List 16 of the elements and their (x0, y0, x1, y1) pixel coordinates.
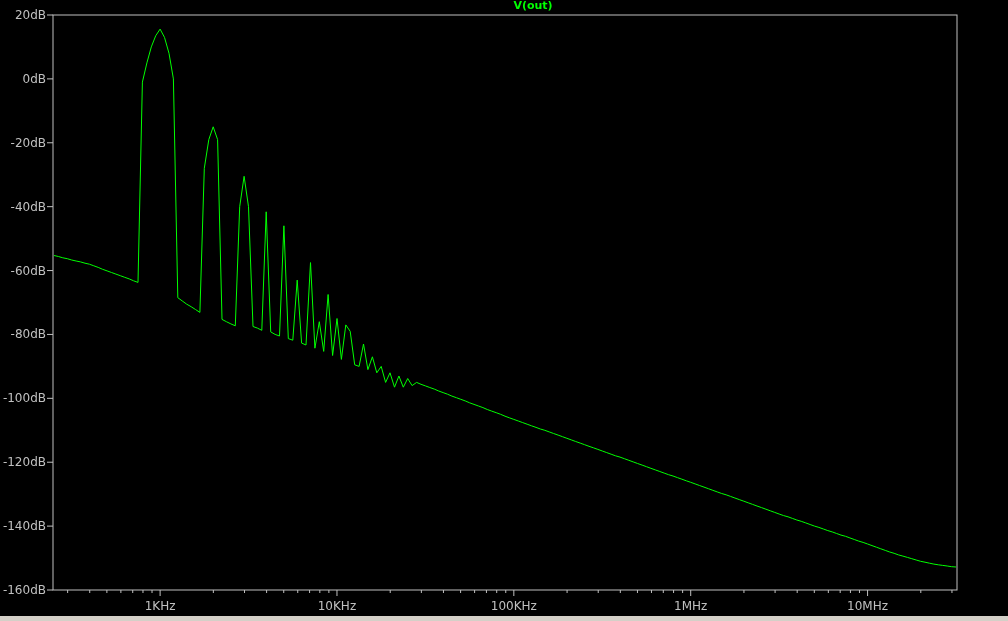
x-axis-label: 1KHz (144, 599, 176, 613)
y-axis-label: -60dB (10, 263, 46, 278)
x-axis-label: 10MHz (847, 599, 889, 613)
trace-label[interactable]: V(out) (513, 0, 553, 12)
y-axis-label: -80dB (10, 327, 46, 342)
y-axis-label: -40dB (10, 199, 46, 214)
y-axis-label: 20dB (14, 8, 46, 22)
y-axis-label: -100dB (2, 391, 46, 406)
y-axis-label: -20dB (10, 135, 46, 150)
y-axis-label: -140dB (2, 519, 46, 534)
x-axis-label: 10KHz (317, 599, 357, 613)
y-axis-label: 0dB (22, 71, 46, 86)
x-axis-label: 100KHz (490, 599, 537, 613)
y-axis-label: -160dB (2, 583, 46, 597)
x-axis-label: 1MHz (674, 599, 708, 613)
y-axis-label: -120dB (2, 455, 46, 470)
